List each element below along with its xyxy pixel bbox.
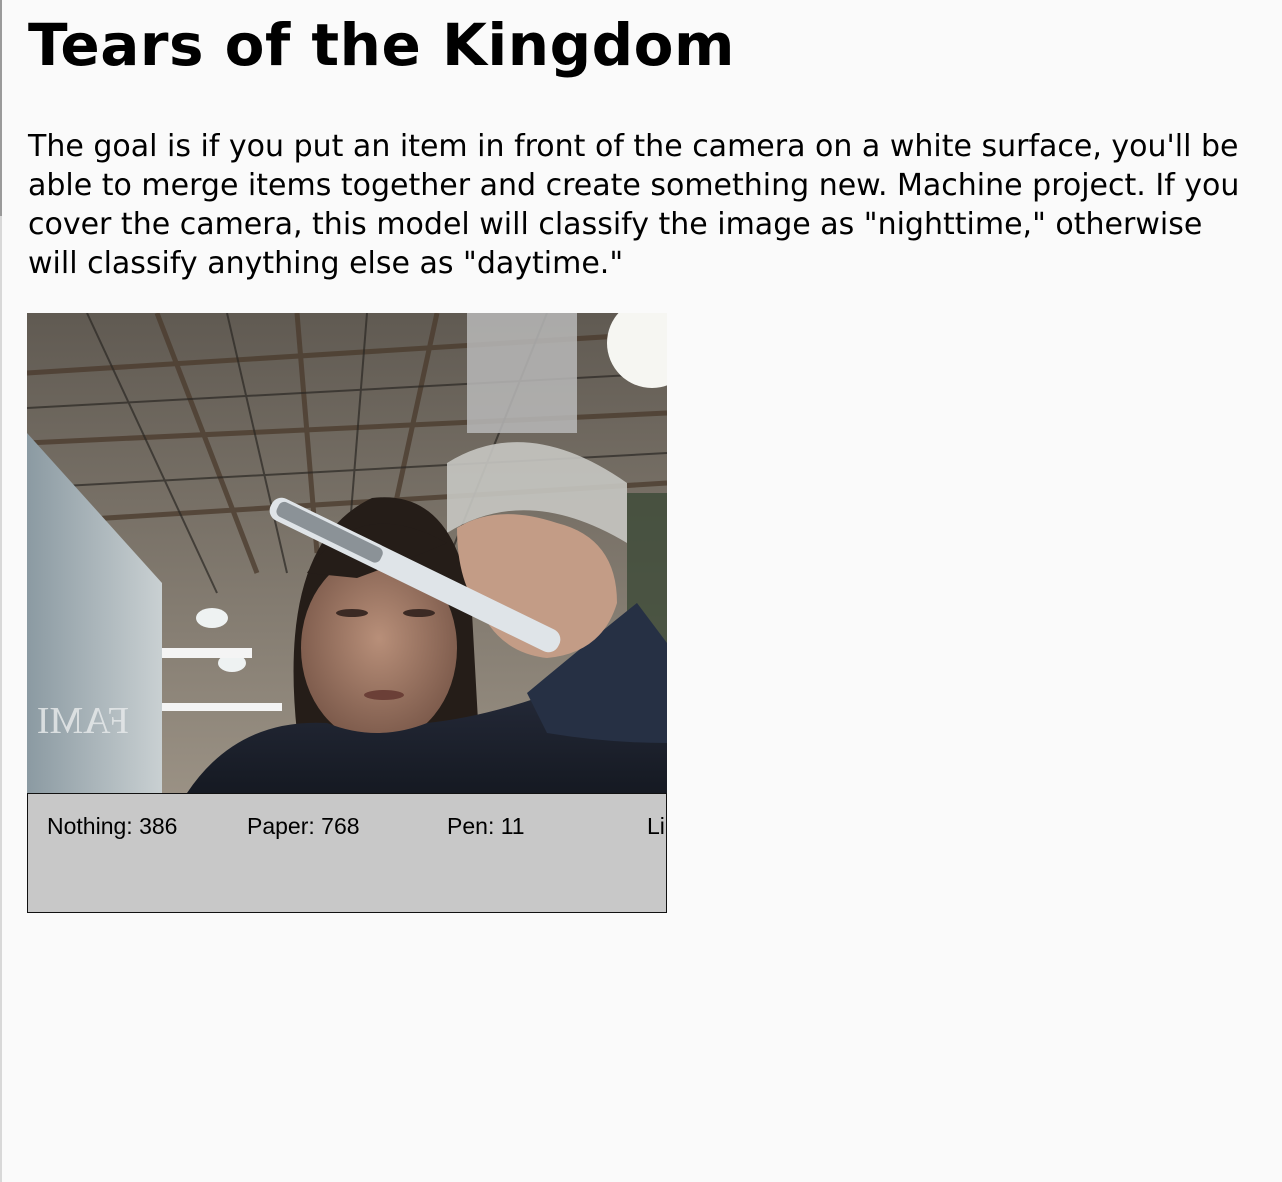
label-name: Li [647,813,665,839]
label-pen: Pen11 [447,812,525,840]
label-paper: Paper768 [247,812,360,840]
window-edge-highlight [0,0,2,216]
label-name: Pen [447,813,501,839]
svg-text:FAMI: FAMI [37,700,129,742]
label-truncated: Li [647,812,665,840]
webcam-feed: FAMI [27,313,667,793]
page-description: The goal is if you put an item in front … [28,129,1240,281]
label-count: 386 [139,813,178,839]
label-count: 11 [500,813,525,839]
label-count: 768 [321,813,360,839]
webcam-frame: FAMI [27,313,667,793]
label-name: Paper [247,813,321,839]
label-nothing: Nothing386 [47,812,177,840]
classification-labels: Nothing386 Paper768 Pen11 Li [27,793,667,913]
page-title: Tears of the Kingdom [28,11,735,79]
label-name: Nothing [47,813,139,839]
